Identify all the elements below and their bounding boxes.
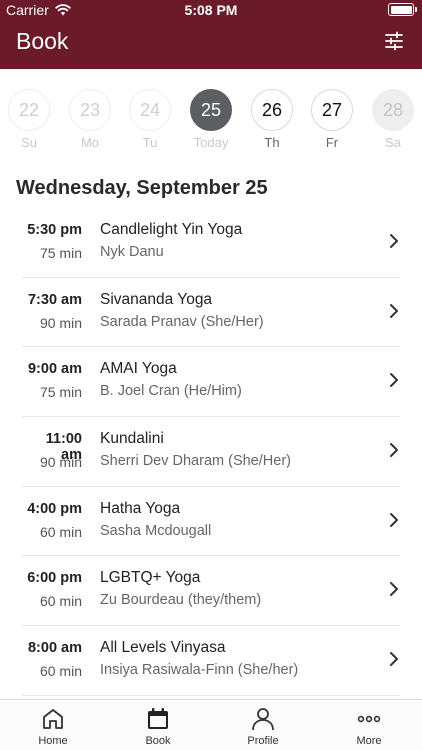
day-24[interactable]: 24 Tu (129, 89, 171, 150)
battery-icon (388, 3, 417, 16)
class-row[interactable]: 5:30 pm 75 min Candlelight Yin Yoga Nyk … (22, 208, 400, 278)
class-duration: 75 min (39, 384, 82, 401)
tab-label: More (356, 735, 382, 747)
tab-book[interactable]: Book (113, 706, 203, 747)
chevron-right-icon (390, 443, 398, 458)
class-time: 5:30 pm (27, 222, 82, 238)
app-header: Carrier 5:08 PM Book (0, 0, 422, 69)
day-26[interactable]: 26 Th (251, 89, 293, 150)
class-duration: 60 min (39, 663, 82, 680)
class-row[interactable]: 6:00 pm 60 min LGBTQ+ Yoga Zu Bourdeau (… (22, 556, 400, 627)
calendar-icon (148, 708, 168, 729)
day-number: 23 (69, 89, 111, 131)
filter-sliders-icon[interactable] (384, 31, 404, 51)
class-name: Kundalini (100, 430, 164, 448)
class-row[interactable]: 7:30 am 90 min Sivananda Yoga Sarada Pra… (22, 278, 400, 348)
day-number: 27 (311, 89, 353, 131)
chevron-right-icon (390, 582, 398, 597)
class-duration: 90 min (39, 454, 82, 471)
more-icon (357, 715, 381, 723)
class-duration: 90 min (39, 314, 82, 331)
day-number: 28 (372, 89, 414, 131)
class-row[interactable]: 9:00 am 75 min AMAI Yoga B. Joel Cran (H… (22, 347, 400, 418)
day-label: Tu (142, 135, 158, 150)
day-22[interactable]: 22 Su (8, 89, 50, 150)
tab-profile[interactable]: Profile (218, 706, 308, 747)
class-instructor: Sarada Pranav (She/Her) (100, 313, 264, 330)
day-label: Sa (385, 135, 401, 150)
tab-label: Book (145, 735, 171, 747)
tab-more[interactable]: More (324, 706, 414, 747)
day-label: Su (21, 135, 37, 150)
day-label: Th (264, 135, 280, 150)
chevron-right-icon (390, 652, 398, 667)
day-27[interactable]: 27 Fr (311, 89, 353, 150)
tab-home[interactable]: Home (8, 706, 98, 747)
chevron-right-icon (390, 234, 398, 248)
class-name: All Levels Vinyasa (100, 639, 226, 657)
status-time: 5:08 PM (184, 2, 238, 18)
class-duration: 60 min (39, 523, 82, 540)
chevron-right-icon (390, 512, 398, 527)
chevron-right-icon (390, 303, 398, 318)
day-28[interactable]: 28 Sa (372, 89, 414, 150)
class-row[interactable]: 8:00 am 60 min All Levels Vinyasa Insiya… (22, 626, 400, 696)
day-number: 26 (251, 89, 293, 131)
class-time: 7:30 am (27, 291, 82, 308)
day-number: 25 (190, 89, 232, 131)
class-instructor: Sasha Mcdougall (100, 522, 212, 539)
class-instructor: Insiya Rasiwala-Finn (She/her) (100, 662, 299, 679)
class-instructor: Nyk Danu (100, 244, 164, 260)
class-name: LGBTQ+ Yoga (100, 569, 201, 587)
class-instructor: Sherri Dev Dharam (She/Her) (100, 453, 291, 470)
class-time: 9:00 am (27, 361, 82, 378)
class-instructor: B. Joel Cran (He/Him) (100, 383, 242, 400)
day-label: Today (193, 135, 229, 150)
day-selector: 22 Su 23 Mo 24 Tu 25 Today 26 Th 27 Fr 2… (0, 89, 422, 153)
class-time: 4:00 pm (27, 500, 82, 517)
tab-label: Home (38, 735, 68, 747)
class-list: 5:30 pm 75 min Candlelight Yin Yoga Nyk … (0, 208, 422, 696)
day-number: 24 (129, 89, 171, 131)
date-heading: Wednesday, September 25 (16, 177, 268, 199)
class-time: 8:00 am (27, 640, 82, 657)
day-number: 22 (8, 89, 50, 131)
class-name: AMAI Yoga (100, 360, 177, 378)
person-icon (252, 708, 274, 731)
day-23[interactable]: 23 Mo (69, 89, 111, 150)
class-name: Candlelight Yin Yoga (100, 221, 243, 238)
day-label: Fr (325, 135, 339, 150)
day-25-today[interactable]: 25 Today (190, 89, 232, 150)
class-duration: 60 min (39, 593, 82, 610)
page-title: Book (16, 28, 69, 54)
class-row[interactable]: 11:00 am 90 min Kundalini Sherri Dev Dha… (22, 417, 400, 487)
class-row[interactable]: 4:00 pm 60 min Hatha Yoga Sasha Mcdougal… (22, 487, 400, 557)
class-name: Sivananda Yoga (100, 290, 213, 308)
class-instructor: Zu Bourdeau (they/them) (100, 592, 262, 609)
class-name: Hatha Yoga (100, 499, 181, 517)
class-time: 6:00 pm (27, 570, 82, 587)
chevron-right-icon (390, 373, 398, 388)
tab-bar: Home Book Profile More (0, 699, 422, 750)
tab-label: Profile (247, 735, 279, 747)
status-bar: Carrier 5:08 PM (0, 0, 422, 20)
class-duration: 75 min (39, 245, 82, 261)
home-icon (43, 709, 63, 729)
day-label: Mo (80, 135, 100, 150)
